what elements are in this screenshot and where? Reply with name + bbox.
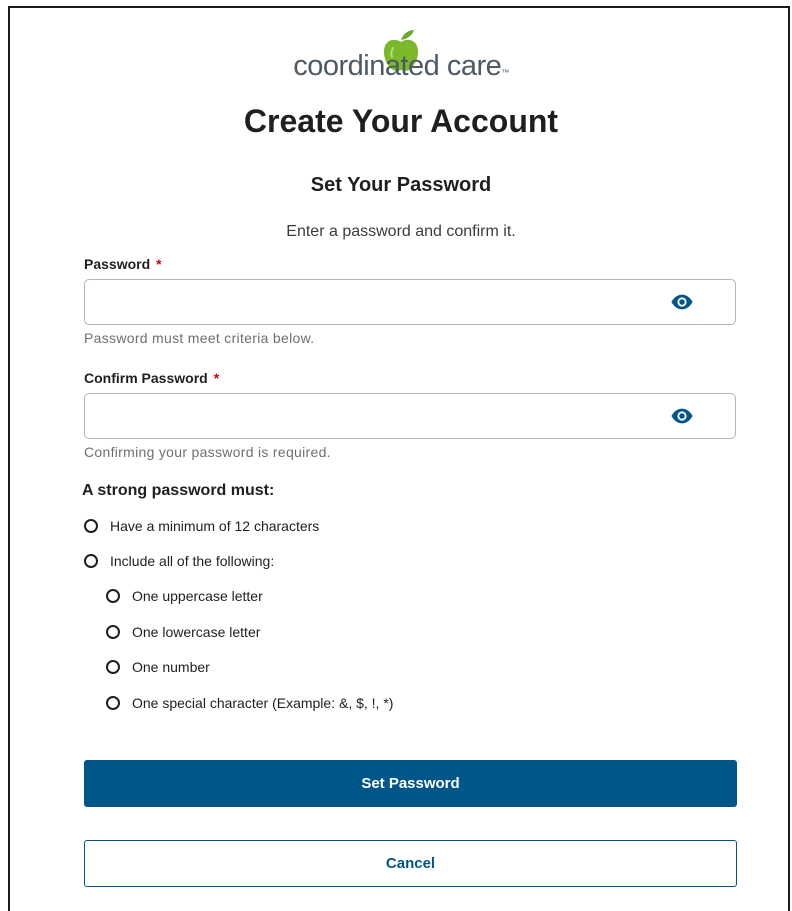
criteria-text: Include all of the following:	[110, 553, 275, 569]
section-title: Set Your Password	[310, 174, 492, 196]
requirements-title: A strong password must:	[82, 482, 275, 499]
circle-icon	[106, 589, 120, 603]
password-label-text: Password	[84, 256, 151, 272]
circle-icon	[106, 696, 120, 710]
logo-wordmark: coordinated care	[293, 50, 502, 82]
criteria-text: One lowercase letter	[132, 624, 261, 640]
criteria-subitem: One lowercase letter	[106, 624, 260, 640]
section-instruction: Enter a password and confirm it.	[286, 223, 516, 240]
password-field[interactable]	[84, 279, 736, 325]
circle-icon	[84, 519, 98, 533]
confirm-password-input[interactable]	[85, 394, 669, 438]
criteria-item: Include all of the following:	[84, 553, 274, 569]
eye-icon[interactable]	[671, 407, 693, 425]
logo-trademark: ™	[501, 68, 509, 77]
password-helper: Password must meet criteria below.	[84, 330, 315, 346]
page-frame: coordinated care™ Create Your Account Se…	[8, 6, 790, 911]
criteria-subitem: One uppercase letter	[106, 588, 263, 604]
logo-text: coordinated care™	[10, 50, 792, 89]
page-title: Create Your Account	[243, 103, 559, 139]
password-input[interactable]	[85, 280, 669, 324]
criteria-subitem: One special character (Example: &, $, !,…	[106, 695, 393, 711]
set-password-button[interactable]: Set Password	[84, 760, 737, 807]
circle-icon	[106, 625, 120, 639]
criteria-text: Have a minimum of 12 characters	[110, 518, 320, 534]
confirm-password-field[interactable]	[84, 393, 736, 439]
criteria-text: One number	[132, 659, 210, 675]
circle-icon	[106, 660, 120, 674]
criteria-text: One special character (Example: &, $, !,…	[132, 695, 394, 711]
criteria-subitem: One number	[106, 659, 210, 675]
eye-icon[interactable]	[671, 293, 693, 311]
criteria-item: Have a minimum of 12 characters	[84, 518, 319, 534]
criteria-text: One uppercase letter	[132, 588, 263, 604]
required-mark: *	[156, 256, 162, 272]
confirm-password-label: Confirm Password *	[84, 370, 219, 386]
cancel-button[interactable]: Cancel	[84, 840, 737, 887]
circle-icon	[84, 554, 98, 568]
required-mark: *	[213, 370, 220, 386]
password-label: Password *	[84, 256, 162, 272]
confirm-password-label-text: Confirm Password	[84, 370, 208, 386]
confirm-password-helper: Confirming your password is required.	[84, 444, 331, 460]
